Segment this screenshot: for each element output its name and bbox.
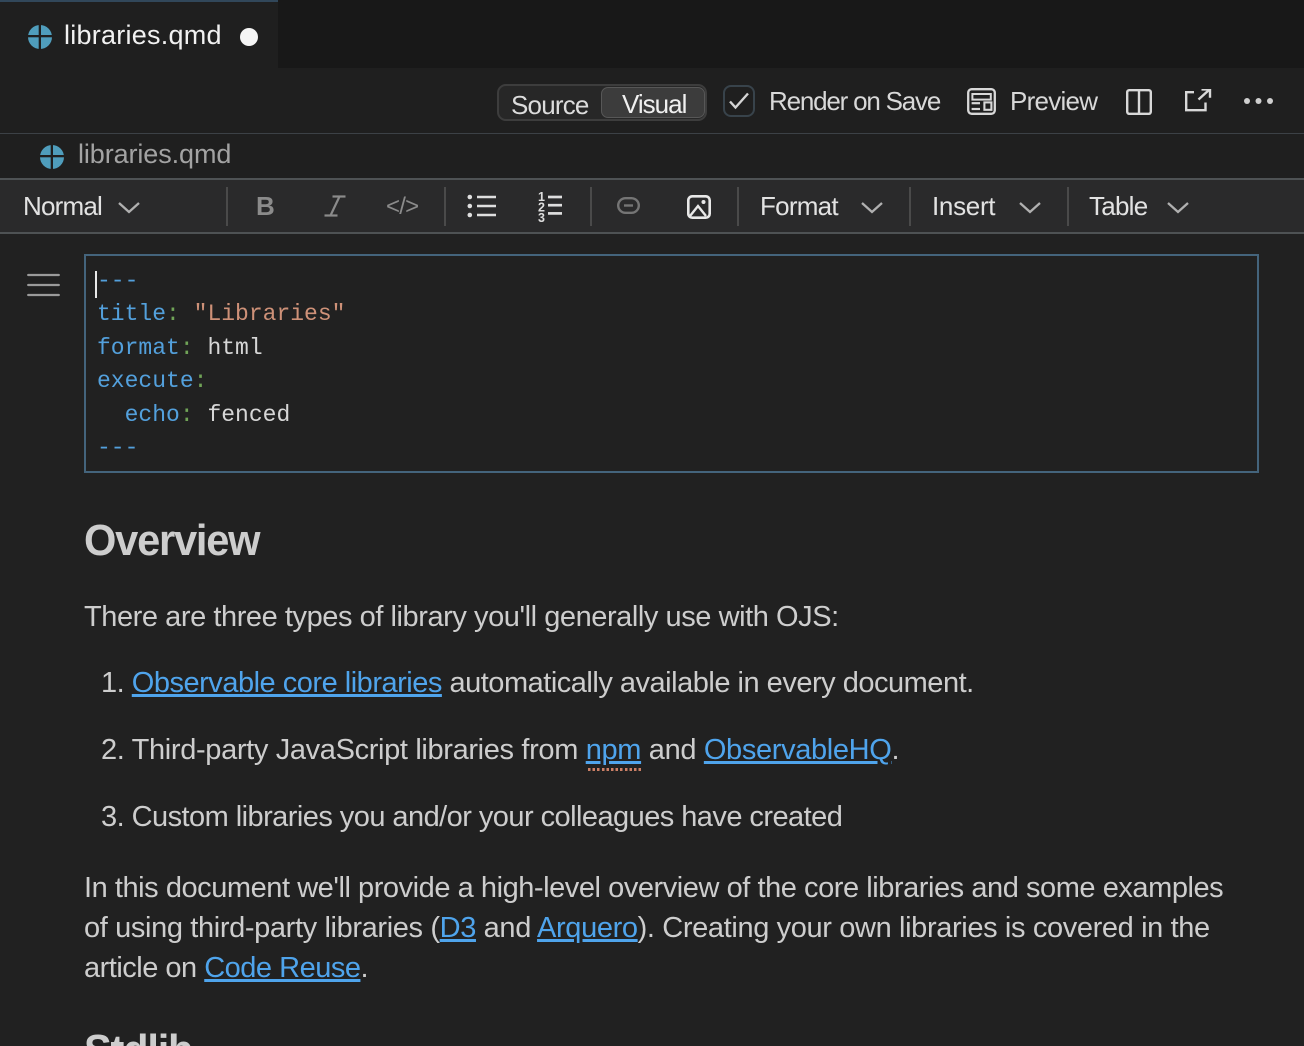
svg-text:3: 3 xyxy=(538,211,545,224)
